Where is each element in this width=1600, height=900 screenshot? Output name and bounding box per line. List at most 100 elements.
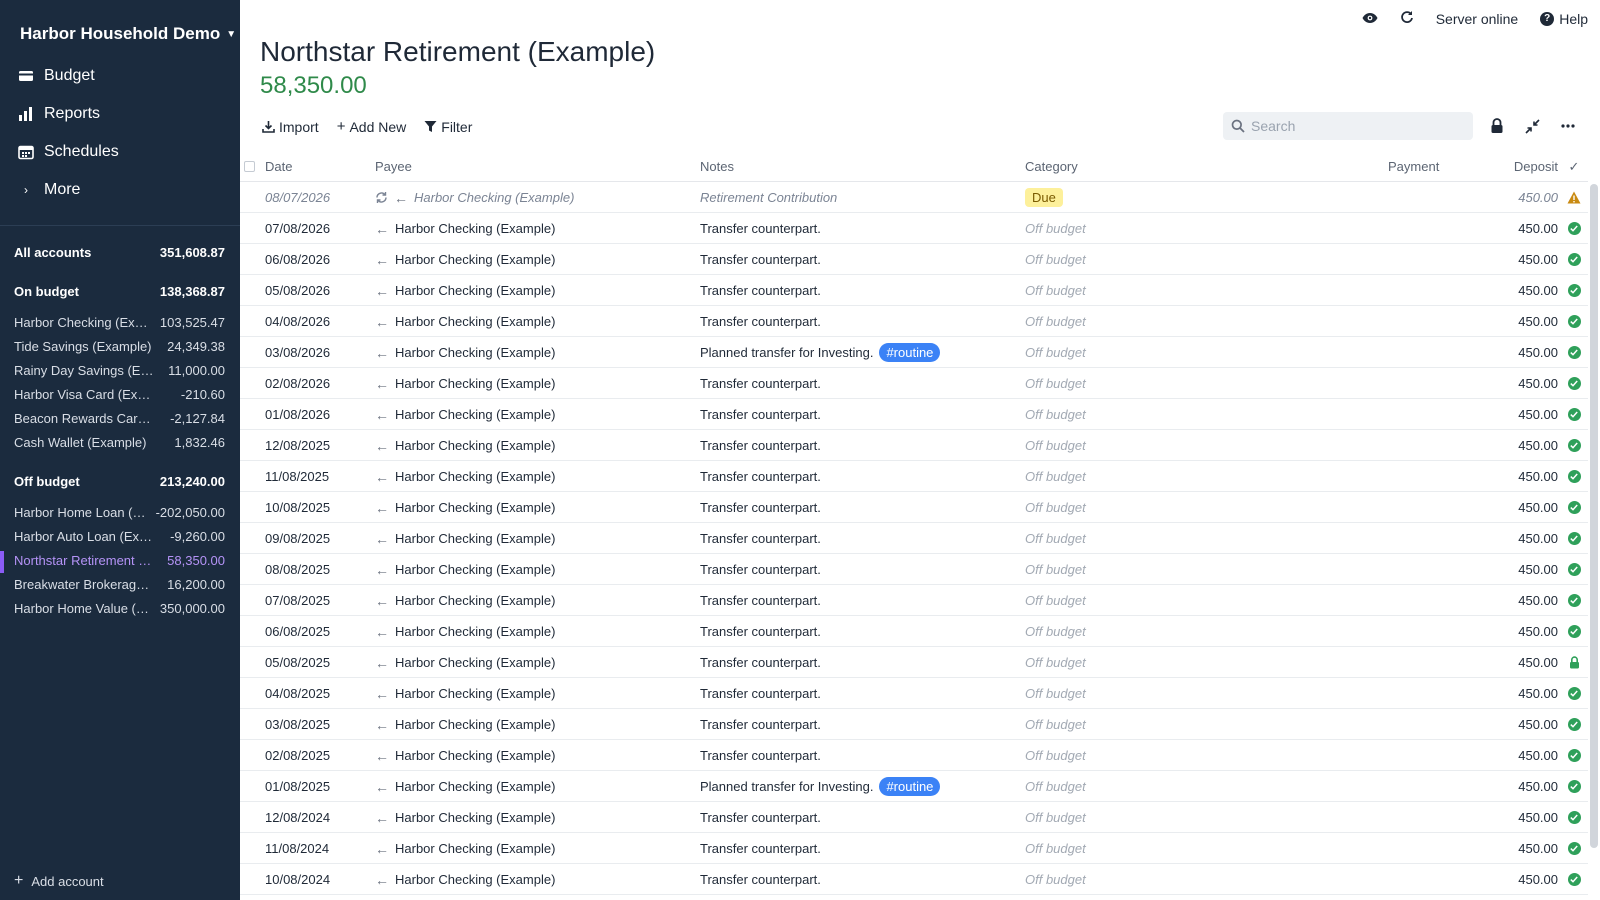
account-item[interactable]: Cash Wallet (Example) 1,832.46: [14, 435, 225, 450]
deposit-cell[interactable]: 450.00: [1518, 492, 1558, 523]
deposit-cell[interactable]: 450.00: [1518, 523, 1558, 554]
category-cell[interactable]: Off budget: [1025, 461, 1086, 492]
deposit-cell[interactable]: 450.00: [1518, 709, 1558, 740]
filter-button[interactable]: Filter: [424, 118, 472, 135]
table-row[interactable]: 02/08/2025 ← Harbor Checking (Example) Tran…: [240, 740, 1588, 771]
category-cell[interactable]: Off budget: [1025, 430, 1086, 461]
scrollbar[interactable]: [1590, 184, 1598, 848]
date-cell[interactable]: 04/08/2026: [265, 306, 330, 337]
cleared-cell[interactable]: [1566, 647, 1582, 678]
table-row[interactable]: 08/08/2025 ← Harbor Checking (Example) Tran…: [240, 554, 1588, 585]
deposit-cell[interactable]: 450.00: [1518, 678, 1558, 709]
payee-cell[interactable]: ← Harbor Checking (Example): [375, 616, 555, 647]
category-cell[interactable]: Off budget: [1025, 678, 1086, 709]
table-row[interactable]: 05/08/2025 ← Harbor Checking (Example) Tran…: [240, 647, 1588, 678]
table-row[interactable]: 03/08/2025 ← Harbor Checking (Example) Tran…: [240, 709, 1588, 740]
header-payee[interactable]: Payee: [375, 151, 412, 182]
date-cell[interactable]: 05/08/2026: [265, 275, 330, 306]
date-cell[interactable]: 01/08/2025: [265, 771, 330, 802]
collapse-icon[interactable]: [1523, 117, 1541, 135]
cleared-cell[interactable]: [1566, 213, 1582, 244]
notes-cell[interactable]: Transfer counterpart.: [700, 306, 821, 337]
help-button[interactable]: ? Help: [1540, 11, 1588, 27]
tag-badge[interactable]: #routine: [879, 777, 941, 796]
category-cell[interactable]: Off budget: [1025, 213, 1086, 244]
notes-cell[interactable]: Retirement Contribution: [700, 182, 837, 213]
category-cell[interactable]: Off budget: [1025, 399, 1086, 430]
nav-more[interactable]: › More: [18, 181, 80, 199]
date-cell[interactable]: 11/08/2025: [265, 461, 329, 492]
notes-cell[interactable]: Transfer counterpart.: [700, 585, 821, 616]
notes-cell[interactable]: Transfer counterpart.: [700, 802, 821, 833]
date-cell[interactable]: 08/07/2026: [265, 182, 330, 213]
date-cell[interactable]: 07/08/2026: [265, 213, 330, 244]
category-cell[interactable]: Off budget: [1025, 864, 1086, 895]
date-cell[interactable]: 03/08/2026: [265, 337, 330, 368]
deposit-cell[interactable]: 450.00: [1518, 864, 1558, 895]
lock-icon[interactable]: [1488, 117, 1506, 135]
table-row[interactable]: 05/08/2026 ← Harbor Checking (Example) Tran…: [240, 275, 1588, 306]
off-budget-group[interactable]: Off budget 213,240.00: [14, 474, 225, 489]
table-row[interactable]: 07/08/2025 ← Harbor Checking (Example) Tran…: [240, 585, 1588, 616]
on-budget-group[interactable]: On budget 138,368.87: [14, 284, 225, 299]
server-status[interactable]: Server online: [1436, 11, 1519, 27]
cleared-cell[interactable]: [1566, 616, 1582, 647]
deposit-cell[interactable]: 450.00: [1518, 306, 1558, 337]
notes-cell[interactable]: Planned transfer for Investing. #routine: [700, 337, 941, 368]
cleared-cell[interactable]: [1566, 678, 1582, 709]
header-cleared[interactable]: ✓: [1566, 151, 1582, 182]
date-cell[interactable]: 05/08/2025: [265, 647, 330, 678]
cleared-cell[interactable]: [1566, 585, 1582, 616]
deposit-cell[interactable]: 450.00: [1518, 802, 1558, 833]
header-payment[interactable]: Payment: [1388, 151, 1439, 182]
account-balance-total[interactable]: 58,350.00: [260, 72, 367, 100]
category-cell[interactable]: Off budget: [1025, 523, 1086, 554]
account-item[interactable]: Harbor Visa Card (Example) -210.60: [14, 387, 225, 402]
cleared-cell[interactable]: [1566, 864, 1582, 895]
notes-cell[interactable]: Transfer counterpart.: [700, 368, 821, 399]
category-cell[interactable]: Off budget: [1025, 554, 1086, 585]
category-cell[interactable]: Off budget: [1025, 337, 1086, 368]
category-cell[interactable]: Off budget: [1025, 709, 1086, 740]
nav-schedules[interactable]: Schedules: [18, 143, 119, 161]
all-accounts[interactable]: All accounts 351,608.87: [14, 245, 225, 260]
account-item[interactable]: Rainy Day Savings (Example) 11,000.00: [14, 363, 225, 378]
account-item[interactable]: Harbor Home Value (Example) 350,000.00: [14, 601, 225, 616]
date-cell[interactable]: 12/08/2024: [265, 802, 330, 833]
table-row[interactable]: 07/08/2026 ← Harbor Checking (Example) Tran…: [240, 213, 1588, 244]
cleared-cell[interactable]: [1566, 430, 1582, 461]
date-cell[interactable]: 03/08/2025: [265, 709, 330, 740]
date-cell[interactable]: 12/08/2025: [265, 430, 330, 461]
deposit-cell[interactable]: 450.00: [1518, 616, 1558, 647]
payee-cell[interactable]: ← Harbor Checking (Example): [375, 709, 555, 740]
cleared-cell[interactable]: [1566, 709, 1582, 740]
notes-cell[interactable]: Transfer counterpart.: [700, 399, 821, 430]
nav-reports[interactable]: Reports: [18, 105, 100, 123]
deposit-cell[interactable]: 450.00: [1518, 585, 1558, 616]
notes-cell[interactable]: Transfer counterpart.: [700, 492, 821, 523]
payee-cell[interactable]: ← Harbor Checking (Example): [375, 275, 555, 306]
deposit-cell[interactable]: 450.00: [1518, 213, 1558, 244]
payee-cell[interactable]: ← Harbor Checking (Example): [375, 306, 555, 337]
notes-cell[interactable]: Transfer counterpart.: [700, 647, 821, 678]
payee-cell[interactable]: ← Harbor Checking (Example): [375, 802, 555, 833]
deposit-cell[interactable]: 450.00: [1518, 275, 1558, 306]
notes-cell[interactable]: Planned transfer for Investing. #routine: [700, 771, 941, 802]
sync-icon[interactable]: [1400, 10, 1414, 27]
account-item-selected[interactable]: Northstar Retirement (Example) 58,350.00: [14, 553, 225, 568]
budget-switcher[interactable]: Harbor Household Demo ▼: [20, 24, 236, 44]
eye-icon[interactable]: [1362, 11, 1378, 27]
header-date[interactable]: Date: [265, 151, 292, 182]
notes-cell[interactable]: Transfer counterpart.: [700, 244, 821, 275]
payee-cell[interactable]: ← Harbor Checking (Example): [375, 430, 555, 461]
deposit-cell[interactable]: 450.00: [1518, 833, 1558, 864]
more-options-icon[interactable]: [1559, 117, 1577, 135]
notes-cell[interactable]: Transfer counterpart.: [700, 709, 821, 740]
payee-cell[interactable]: ← Harbor Checking (Example): [375, 864, 555, 895]
deposit-cell[interactable]: 450.00: [1518, 740, 1558, 771]
category-cell[interactable]: Off budget: [1025, 306, 1086, 337]
date-cell[interactable]: 10/08/2024: [265, 864, 330, 895]
tag-badge[interactable]: #routine: [879, 343, 941, 362]
notes-cell[interactable]: Transfer counterpart.: [700, 833, 821, 864]
date-cell[interactable]: 06/08/2026: [265, 244, 330, 275]
